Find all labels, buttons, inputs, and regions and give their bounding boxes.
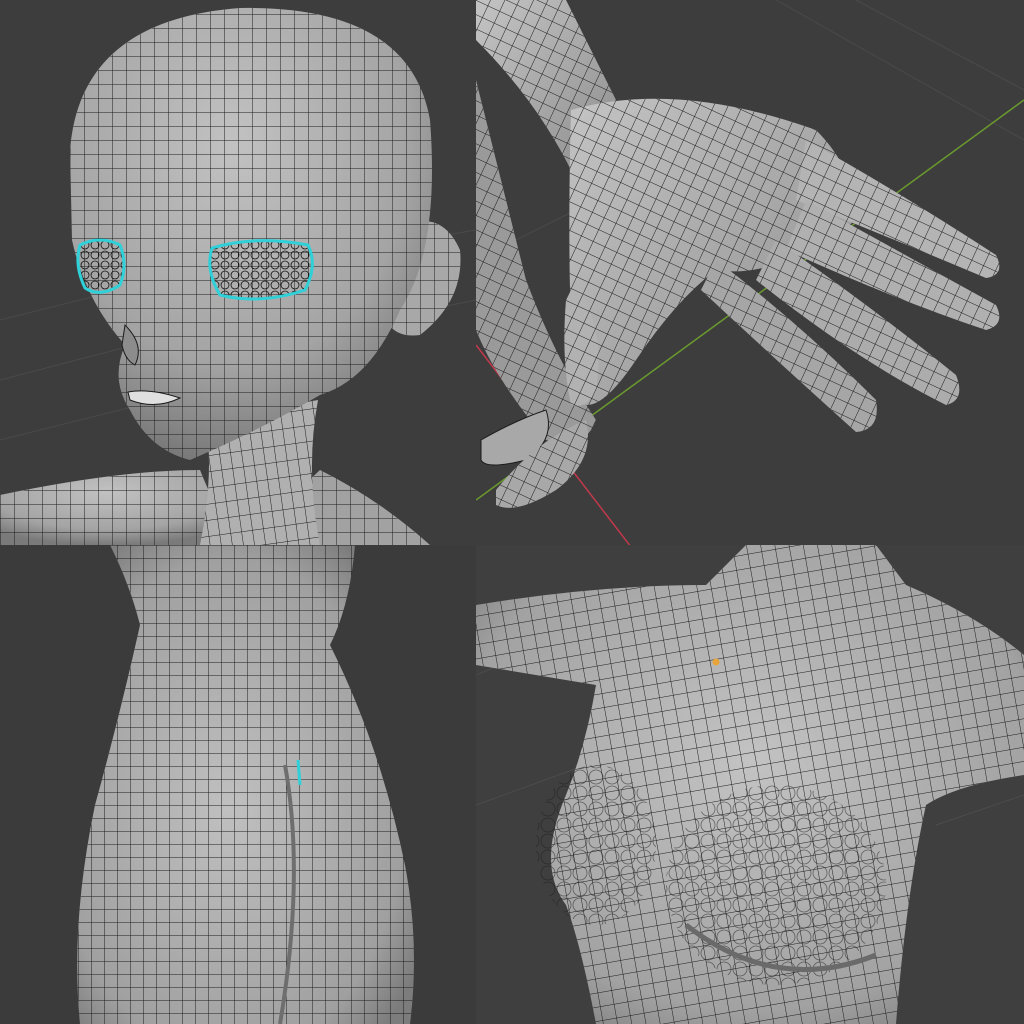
back-canvas[interactable] — [0, 545, 476, 1024]
viewport-chest[interactable] — [476, 545, 1024, 1024]
breast-mesh-right — [666, 785, 886, 985]
hand-canvas[interactable] — [476, 0, 1024, 545]
breast-mesh-left — [536, 765, 656, 925]
viewport-head[interactable] — [0, 0, 476, 545]
right-eye-selected-loop[interactable] — [208, 239, 314, 301]
chest-canvas[interactable] — [476, 545, 1024, 1024]
head-canvas[interactable] — [0, 0, 476, 545]
viewport-back[interactable] — [0, 545, 476, 1024]
left-eye-selected-loop[interactable] — [76, 238, 126, 294]
selected-edge-marker[interactable] — [296, 759, 302, 786]
viewport-hand[interactable] — [476, 0, 1024, 545]
quad-viewport-layout — [0, 0, 1024, 1024]
selected-vertex[interactable] — [712, 658, 720, 666]
